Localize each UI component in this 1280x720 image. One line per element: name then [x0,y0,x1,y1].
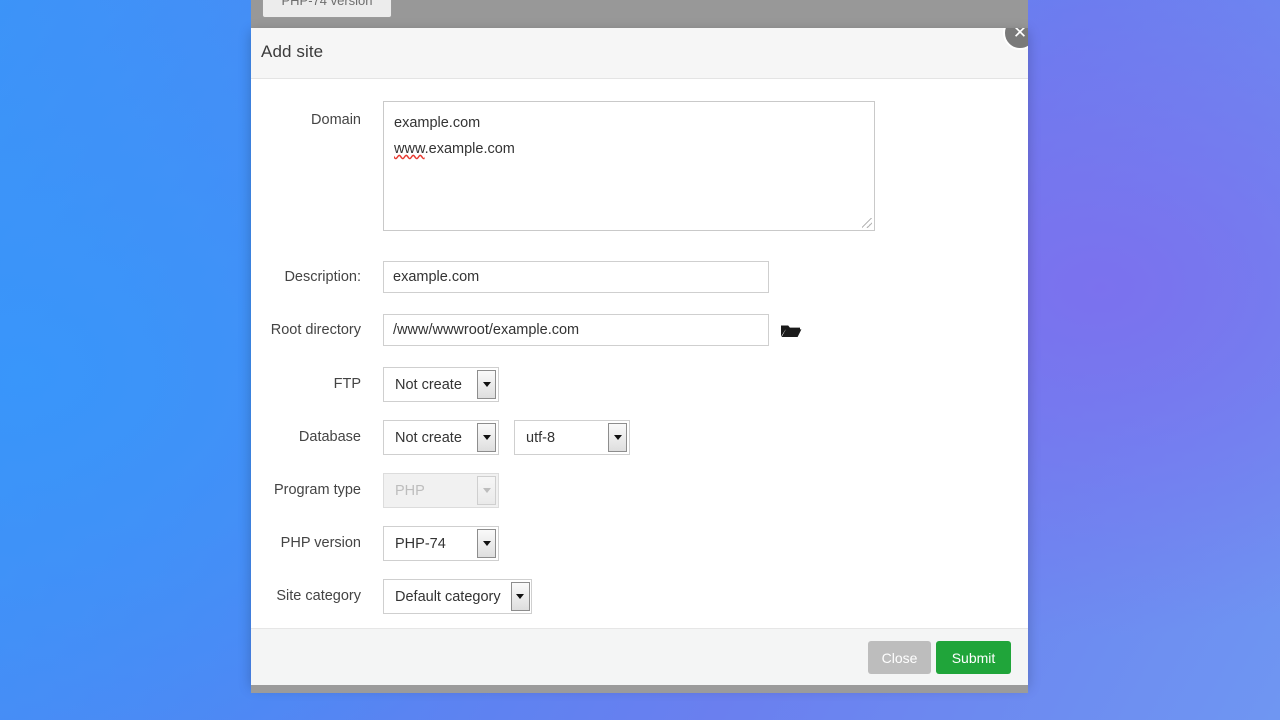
database-charset-select[interactable]: utf-8 [514,420,630,455]
root-directory-input[interactable] [383,314,769,346]
php-version-select[interactable]: PHP-74 [383,526,499,561]
database-select-value: Not create [395,429,462,446]
form-row-site-category: Site category Default category [251,579,1028,614]
submit-button[interactable]: Submit [936,641,1011,674]
close-icon[interactable]: ✕ [1003,28,1028,50]
add-site-modal: Add site ✕ Domain example.com www.exampl… [251,28,1028,685]
modal-bottom-bar [251,685,1028,693]
chevron-down-icon[interactable] [608,423,627,452]
description-label: Description: [284,269,361,285]
database-charset-value: utf-8 [526,429,556,446]
domain-control-wrap: example.com www.example.com [383,101,1028,231]
database-select[interactable]: Not create [383,420,499,455]
site-category-control-wrap: Default category [383,579,1028,614]
php-version-select-value: PHP-74 [395,535,446,552]
database-label: Database [298,429,361,445]
site-category-select-value: Default category [395,588,501,605]
modal-header: Add site ✕ [251,28,1028,79]
description-input[interactable] [383,261,769,293]
domain-label: Domain [311,112,361,128]
form-row-domain: Domain example.com www.example.com [251,101,1028,231]
program-type-control-wrap: PHP [383,473,1028,508]
chevron-down-icon [477,476,496,505]
description-control-wrap [383,261,1028,293]
form-row-ftp: FTP Not create [251,367,1028,402]
domain-line-1: example.com [394,115,481,131]
program-type-label: Program type [273,482,361,498]
php-version-control-wrap: PHP-74 [383,526,1028,561]
php-version-label: PHP version [280,535,361,551]
form-row-program-type: Program type PHP [251,473,1028,508]
form-row-database: Database Not create utf-8 [251,420,1028,455]
modal-footer: Close Submit [251,628,1028,685]
resize-handle-icon[interactable] [862,218,872,228]
chevron-down-icon[interactable] [510,582,530,611]
form-row-php-version: PHP version PHP-74 [251,526,1028,561]
form-row-description: Description: [251,261,1028,293]
domain-line-2-rest: .example.com [424,141,515,157]
page-title: Add site [261,42,324,61]
ftp-select[interactable]: Not create [383,367,499,402]
ftp-label: FTP [333,376,361,392]
domain-textarea[interactable]: example.com www.example.com [383,101,875,231]
site-category-select[interactable]: Default category [383,579,532,614]
program-type-select: PHP [383,473,499,508]
form-row-root-directory: Root directory [251,314,1028,346]
database-control-wrap: Not create utf-8 [383,420,1028,455]
program-type-select-value: PHP [395,482,425,499]
chevron-down-icon[interactable] [477,370,496,399]
site-category-label: Site category [276,588,361,604]
ftp-select-value: Not create [395,376,462,393]
chevron-down-icon[interactable] [477,529,496,558]
ftp-control-wrap: Not create [383,367,1028,402]
root-directory-label: Root directory [270,322,361,338]
background-php-version-button[interactable]: PHP-74 version [262,0,392,18]
domain-misspelled-word: www [394,141,425,157]
chevron-down-icon[interactable] [477,423,496,452]
modal-body: Domain example.com www.example.com Descr… [251,79,1028,628]
domain-line-2: www.example.com [394,136,864,162]
background-page-strip: PHP-74 version [251,0,1028,28]
folder-icon[interactable] [780,321,802,341]
close-button[interactable]: Close [868,641,931,674]
root-directory-control-wrap [383,314,1028,346]
